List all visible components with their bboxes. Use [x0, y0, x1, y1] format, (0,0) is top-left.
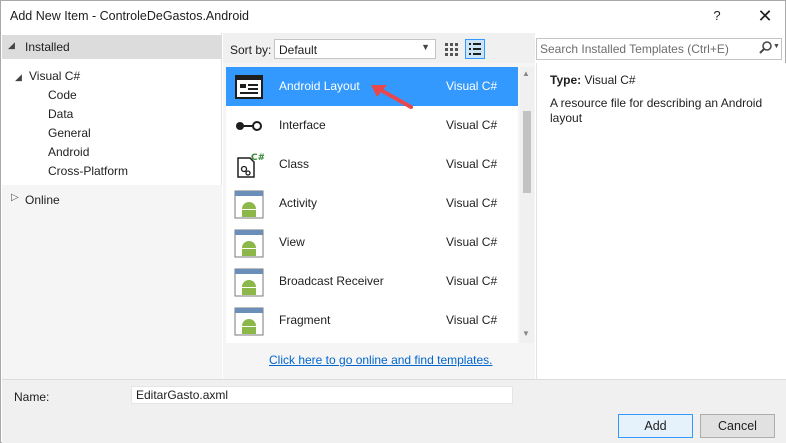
type-value: Visual C#	[584, 73, 636, 87]
interface-icon	[236, 121, 262, 131]
android-icon	[234, 268, 264, 297]
grid-view-icon	[445, 43, 458, 56]
template-name: Broadcast Receiver	[279, 274, 384, 288]
tree-node-android[interactable]: Android	[48, 145, 89, 159]
tree-node-cross-platform[interactable]: Cross-Platform	[48, 164, 128, 178]
template-name: Activity	[279, 196, 318, 210]
sort-dropdown[interactable]: Default ▼	[274, 39, 436, 59]
close-button[interactable]: ✕	[747, 1, 783, 31]
tree-node-label: Installed	[25, 40, 70, 54]
android-icon	[234, 307, 264, 336]
item-name-field[interactable]	[131, 386, 513, 404]
tree-node-installed[interactable]: ◢ Installed	[2, 35, 222, 59]
search-box: ▼	[536, 38, 782, 60]
template-row-broadcast-receiver[interactable]: Broadcast Receiver Visual C#	[226, 262, 518, 301]
collapse-arrow-icon[interactable]: ◢	[8, 40, 15, 51]
template-name: Fragment	[279, 313, 331, 327]
template-language: Visual C#	[446, 274, 498, 288]
tree-node-visual-csharp[interactable]: Visual C#	[29, 69, 80, 83]
android-icon	[234, 229, 264, 258]
tree-node-code[interactable]: Code	[48, 88, 77, 102]
template-row-class[interactable]: C# Class Visual C#	[226, 145, 518, 184]
tree-node-general[interactable]: General	[48, 126, 91, 140]
search-icon[interactable]	[758, 40, 774, 56]
category-tree: ◢ Installed ◢ Visual C# Code Data Genera…	[2, 33, 222, 379]
collapse-arrow-icon[interactable]: ◢	[15, 72, 22, 83]
scroll-down-icon[interactable]: ▼	[522, 329, 530, 338]
template-name: Android Layout	[279, 79, 360, 93]
template-description: A resource file for describing an Androi…	[550, 96, 763, 125]
tree-node-label: Online	[25, 193, 60, 207]
class-icon: C#	[237, 153, 264, 178]
template-type: Type: Visual C#	[550, 73, 636, 87]
scroll-thumb[interactable]	[523, 111, 531, 193]
sort-by-label: Sort by:	[230, 43, 272, 57]
template-language: Visual C#	[446, 313, 498, 327]
type-label: Type:	[550, 73, 582, 87]
annotation-arrow-icon	[371, 85, 413, 109]
template-row-activity[interactable]: Activity Visual C#	[226, 184, 518, 223]
template-details-panel: Type: Visual C# A resource file for desc…	[536, 63, 786, 379]
template-language: Visual C#	[446, 157, 498, 171]
template-language: Visual C#	[446, 196, 498, 210]
tree-node-data[interactable]: Data	[48, 107, 73, 121]
sort-dropdown-value: Default	[279, 43, 318, 57]
list-view-icon	[469, 43, 481, 55]
sort-toolbar: Sort by: Default ▼	[223, 33, 535, 63]
layout-icon	[235, 75, 263, 99]
tree-node-online[interactable]: ▷ Online	[2, 189, 222, 209]
expand-arrow-icon[interactable]: ▷	[11, 192, 19, 203]
template-row-view[interactable]: View Visual C#	[226, 223, 518, 262]
help-button[interactable]: ?	[699, 1, 735, 31]
dialog-title: Add New Item - ControleDeGastos.Android	[10, 9, 249, 23]
template-list-scrollbar[interactable]: ▲ ▼	[520, 67, 534, 343]
template-row-fragment[interactable]: Fragment Visual C#	[226, 301, 518, 340]
dialog-footer: Name: Add Cancel	[2, 379, 786, 443]
template-name: View	[279, 235, 305, 249]
find-templates-online-link[interactable]: Click here to go online and find templat…	[269, 353, 492, 367]
chevron-down-icon: ▼	[421, 42, 430, 52]
android-icon	[234, 190, 264, 219]
title-bar: Add New Item - ControleDeGastos.Android …	[1, 1, 785, 32]
search-input[interactable]	[540, 41, 752, 57]
template-name: Class	[279, 157, 310, 171]
list-view-button[interactable]	[465, 39, 485, 59]
add-button[interactable]: Add	[618, 414, 693, 438]
template-language: Visual C#	[446, 235, 498, 249]
template-language: Visual C#	[446, 79, 498, 93]
svg-text:C#: C#	[251, 153, 264, 163]
scroll-up-icon[interactable]: ▲	[522, 69, 530, 78]
tree-background	[2, 185, 222, 379]
grid-view-button[interactable]	[441, 39, 461, 59]
template-language: Visual C#	[446, 118, 498, 132]
name-label: Name:	[14, 390, 50, 404]
template-name: Interface	[279, 118, 326, 132]
cancel-button[interactable]: Cancel	[700, 414, 775, 438]
search-options-chevron-icon[interactable]: ▼	[773, 43, 780, 50]
add-new-item-dialog: Add New Item - ControleDeGastos.Android …	[0, 0, 786, 443]
